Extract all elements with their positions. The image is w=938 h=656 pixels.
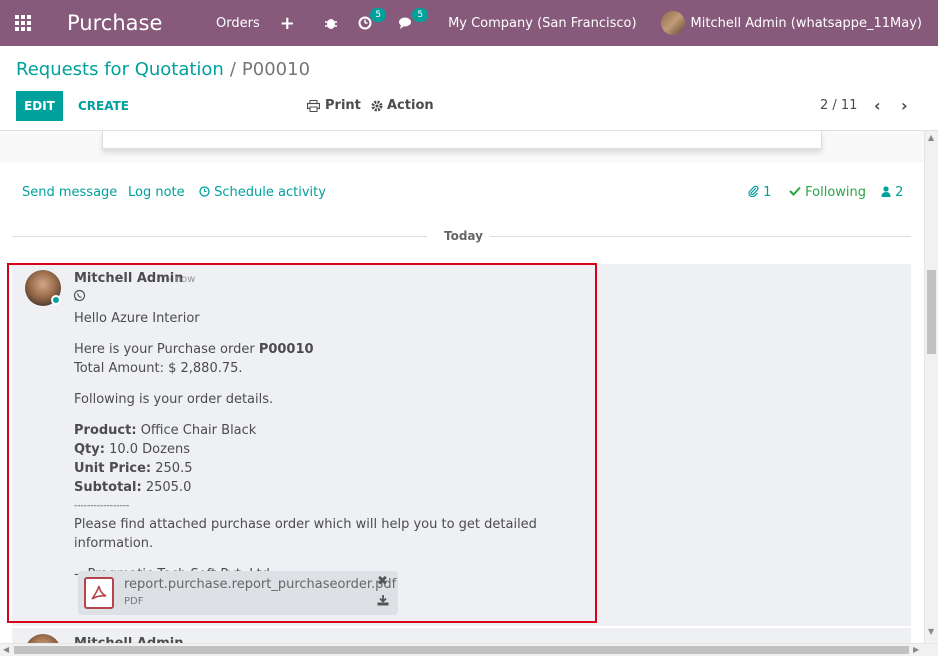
attachment-download-icon[interactable] — [377, 595, 389, 609]
plus-icon[interactable]: + — [280, 13, 295, 34]
message-details-intro: Following is your order details. — [74, 392, 274, 407]
activity-clock-icon[interactable]: 5 — [358, 8, 387, 30]
action-button[interactable]: Action — [371, 98, 434, 113]
breadcrumb: Requests for Quotation / P00010 — [16, 59, 310, 80]
pager-previous-icon[interactable]: ‹ — [874, 96, 881, 115]
gear-icon — [371, 100, 383, 111]
attachment-delete-icon[interactable]: ✖ — [377, 574, 388, 589]
edit-button[interactable]: EDIT — [16, 91, 63, 121]
form-sheet — [102, 131, 822, 149]
messages-icon[interactable]: 5 — [398, 8, 429, 30]
user-menu[interactable]: Mitchell Admin (whatsappe_11May) — [691, 16, 922, 31]
messages-badge: 5 — [412, 8, 429, 22]
vertical-scrollbar[interactable]: ▲ ▼ — [924, 131, 938, 643]
create-button[interactable]: CREATE — [74, 91, 133, 121]
scroll-down-icon[interactable]: ▼ — [928, 627, 934, 636]
breadcrumb-current: P00010 — [241, 59, 311, 80]
message-date: - now — [168, 274, 196, 285]
message-order-ref: P00010 — [258, 342, 314, 357]
followers-button[interactable]: 2 — [881, 185, 903, 200]
clock-icon — [199, 186, 210, 197]
scroll-right-icon[interactable]: ▶ — [913, 645, 919, 654]
message-greeting: Hello Azure Interior — [74, 311, 200, 326]
log-note-button[interactable]: Log note — [128, 185, 185, 200]
top-navbar: Purchase Orders + 5 5 My Company (San Fr… — [0, 0, 938, 46]
message-order-line: Here is your Purchase order P00010 — [74, 342, 314, 357]
pdf-file-icon — [84, 577, 114, 609]
attachments-count: 1 — [763, 185, 772, 200]
control-panel: Requests for Quotation / P00010 EDIT CREAT… — [0, 46, 938, 131]
check-icon — [789, 186, 801, 196]
message-qty: Qty: 10.0 Dozens — [74, 442, 190, 457]
date-separator: Today — [12, 229, 911, 243]
breadcrumb-separator: / — [229, 59, 236, 80]
scroll-up-icon[interactable]: ▲ — [928, 133, 934, 142]
attachment-type: PDF — [124, 596, 144, 607]
chatter: Send message Log note Schedule activity … — [0, 162, 924, 656]
whatsapp-icon — [73, 289, 86, 302]
message-subtotal: Subtotal: 2505.0 — [74, 480, 192, 495]
message-unit-price: Unit Price: 250.5 — [74, 461, 193, 476]
horizontal-scroll-thumb[interactable] — [14, 646, 909, 654]
vertical-scroll-thumb[interactable] — [927, 270, 936, 354]
user-icon — [881, 186, 891, 197]
breadcrumb-rfq-link[interactable]: Requests for Quotation — [16, 59, 224, 80]
message-total: Total Amount: $ 2,880.75. — [74, 361, 243, 376]
schedule-activity-label: Schedule activity — [214, 185, 326, 200]
form-content: Send message Log note Schedule activity … — [0, 131, 924, 656]
message-body: Hello Azure Interior Here is your Purcha… — [74, 309, 594, 596]
horizontal-scrollbar[interactable]: ◀ ▶ — [0, 643, 938, 656]
action-label: Action — [387, 98, 434, 113]
apps-menu-icon[interactable] — [0, 0, 46, 46]
pager-value[interactable]: 2 / 11 — [820, 98, 857, 113]
attachments-button[interactable]: 1 — [748, 185, 771, 200]
send-message-button[interactable]: Send message — [22, 185, 117, 200]
following-label: Following — [805, 185, 867, 200]
app-title: Purchase — [67, 11, 163, 35]
message-product: Product: Office Chair Black — [74, 423, 257, 438]
paperclip-icon — [748, 185, 759, 198]
message-divider: ----------------- — [74, 501, 130, 511]
activity-badge: 5 — [370, 8, 387, 22]
chatter-message: Mitchell Admin - now Hello Azure Interio… — [12, 264, 911, 626]
attachment-card[interactable]: report.purchase.report_purchaseorder.pdf… — [78, 571, 398, 615]
followers-count: 2 — [895, 185, 904, 200]
menu-orders[interactable]: Orders — [216, 16, 260, 31]
date-separator-label: Today — [444, 229, 483, 243]
online-status-icon — [51, 295, 61, 305]
chatter-topbar: Send message Log note Schedule activity … — [0, 162, 924, 222]
print-button[interactable]: Print — [307, 98, 361, 113]
attachment-name[interactable]: report.purchase.report_purchaseorder.pdf — [124, 577, 396, 592]
schedule-activity-button[interactable]: Schedule activity — [199, 185, 326, 200]
pager-next-icon[interactable]: › — [901, 96, 908, 115]
message-closing: Please find attached purchase order whic… — [74, 517, 537, 551]
print-icon — [307, 99, 320, 112]
user-avatar[interactable] — [660, 11, 685, 35]
print-label: Print — [325, 98, 361, 113]
scroll-left-icon[interactable]: ◀ — [3, 645, 9, 654]
following-button[interactable]: Following — [789, 185, 866, 200]
debug-icon[interactable] — [324, 16, 338, 30]
company-switcher[interactable]: My Company (San Francisco) — [448, 16, 636, 31]
